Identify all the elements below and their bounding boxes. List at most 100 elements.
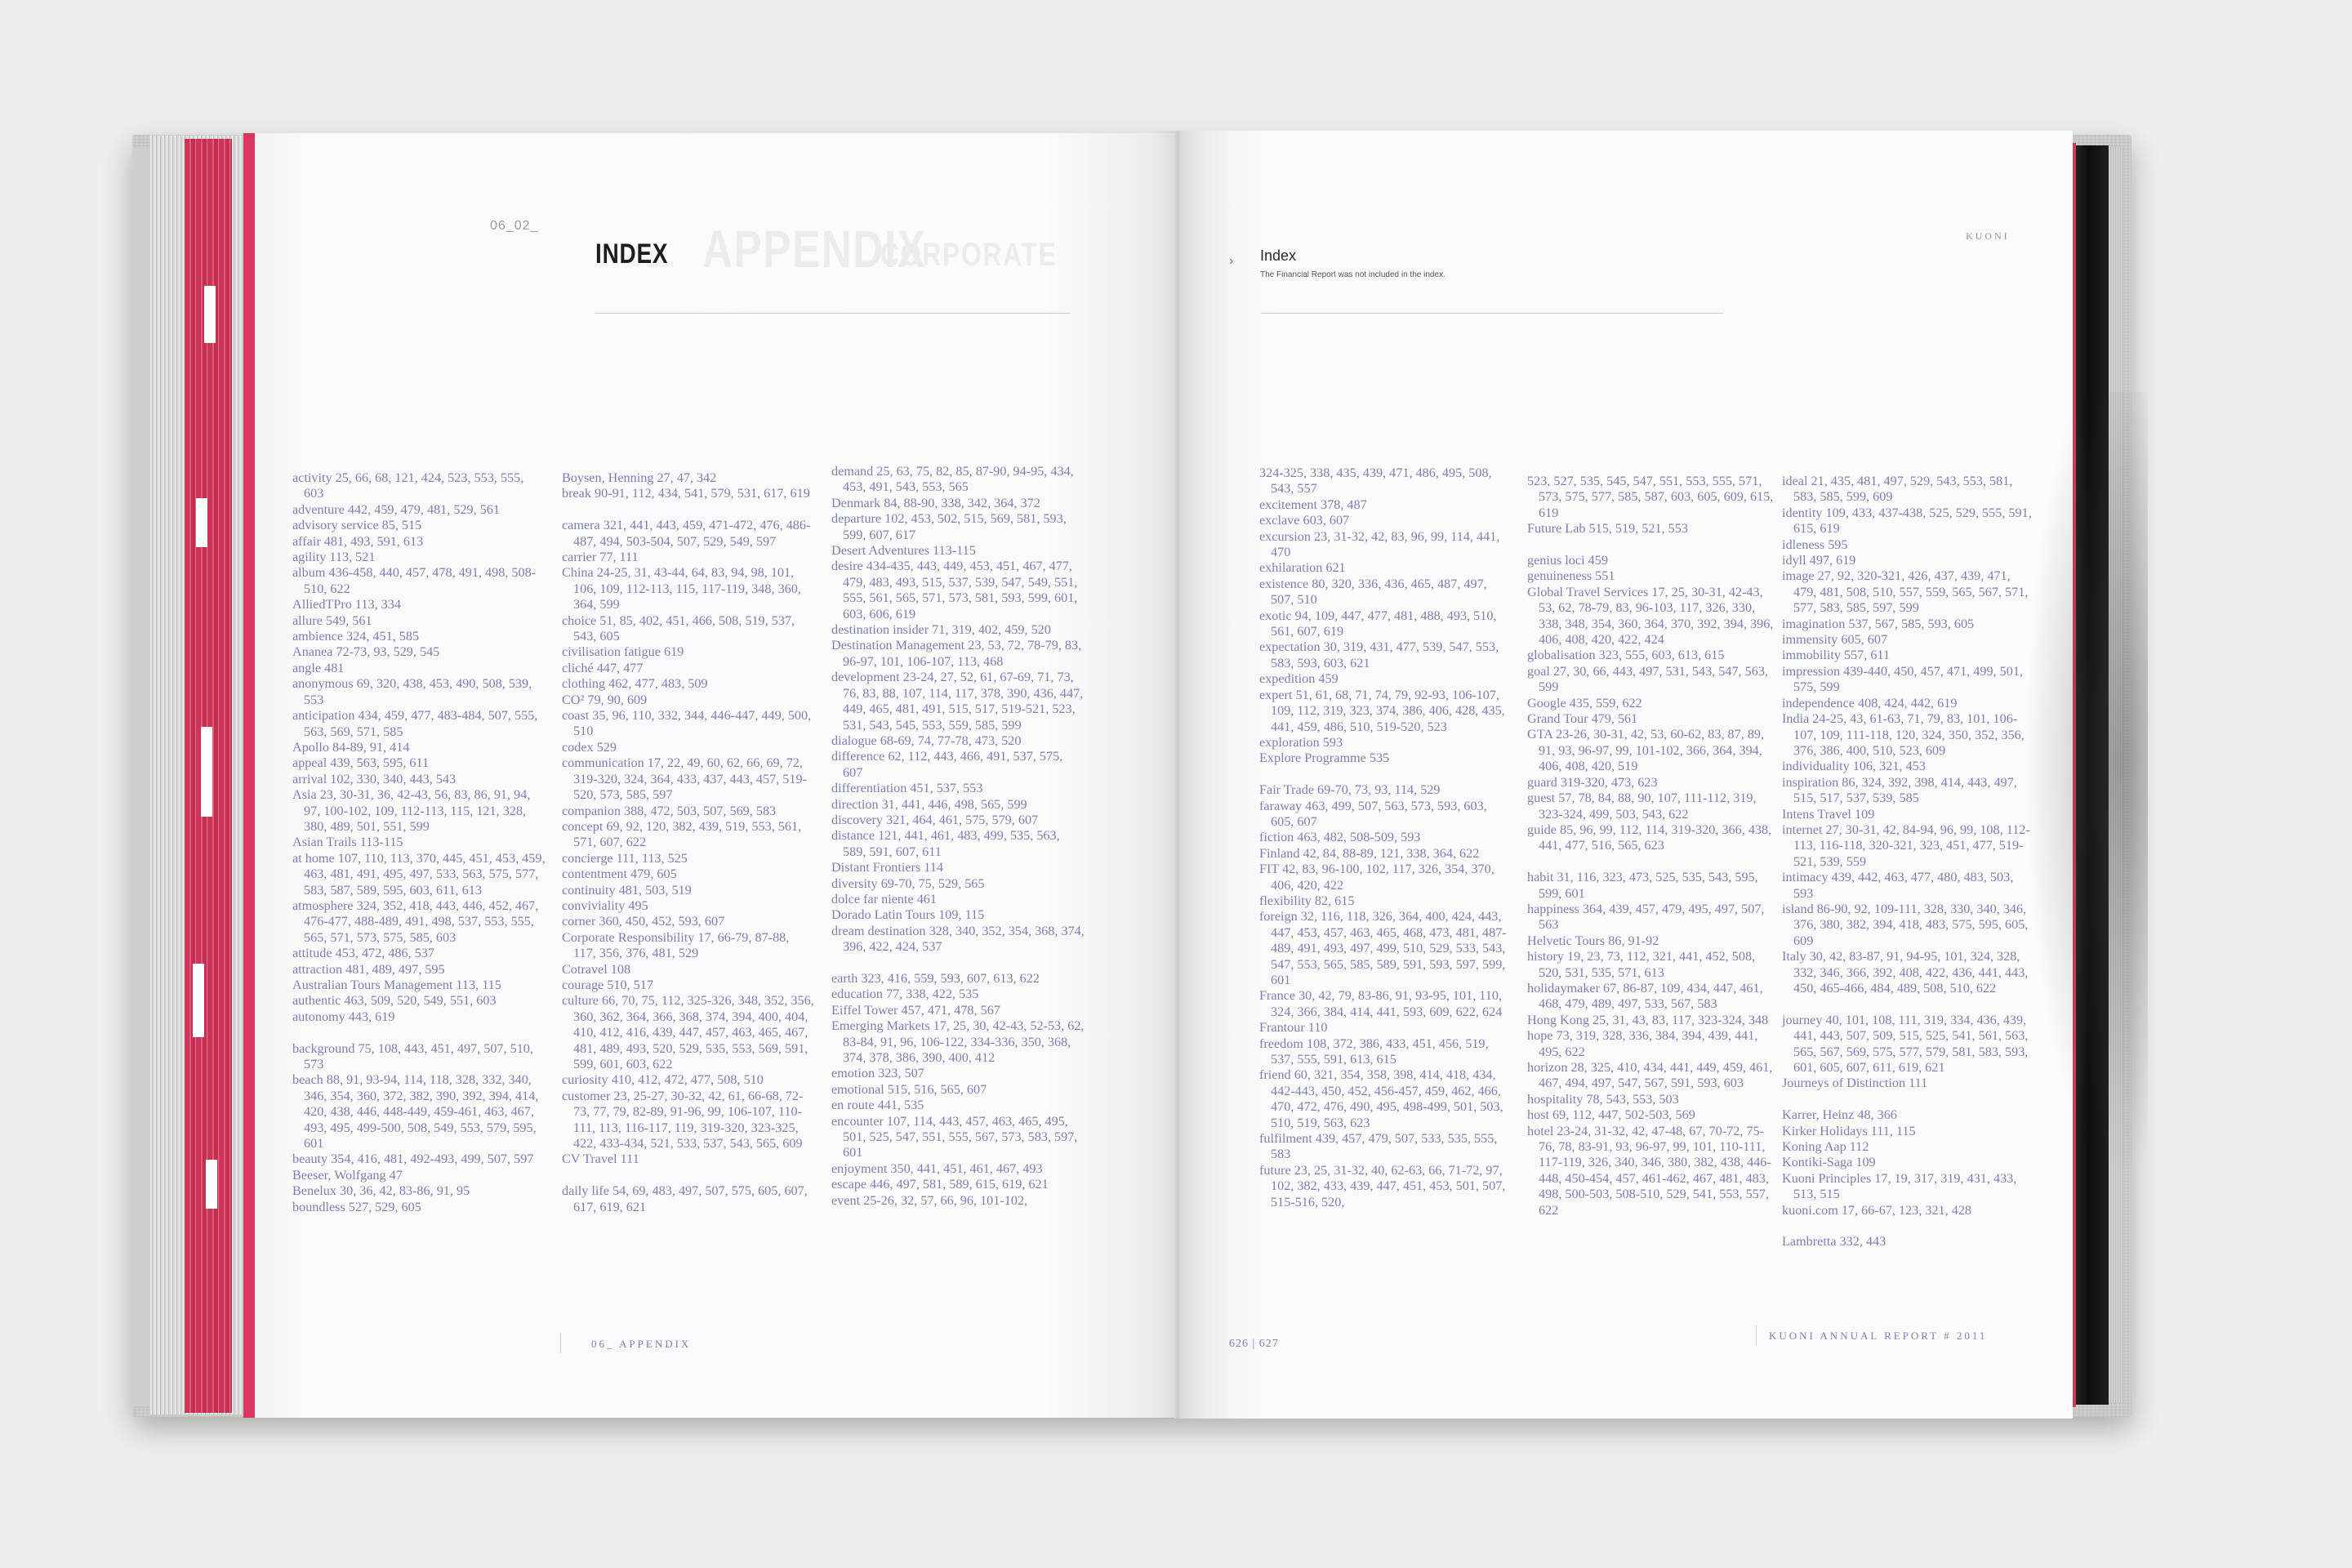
index-entry: CV Travel 111: [562, 1152, 639, 1167]
page-tab: [204, 286, 216, 343]
index-entry: kuoni.com 17, 66-67, 123, 321, 428: [1782, 1202, 1972, 1218]
index-entry: excitement 378, 487: [1259, 497, 1367, 512]
index-entry: Koning Aap 112: [1782, 1139, 1869, 1155]
index-entry: Explore Programme 535: [1259, 751, 1390, 766]
index-entry: attitude 453, 472, 486, 537: [292, 946, 434, 961]
index-entry: Benelux 30, 36, 42, 83-86, 91, 95: [292, 1183, 470, 1199]
index-entry: concierge 111, 113, 525: [562, 850, 688, 866]
page-tab: [196, 498, 207, 547]
index-entry: habit 31, 116, 323, 473, 525, 535, 543, …: [1527, 870, 1758, 901]
index-entry: 324-325, 338, 435, 439, 471, 486, 495, 5…: [1259, 466, 1492, 497]
index-entry: exclave 603, 607: [1259, 513, 1350, 528]
index-entry: expedition 459: [1259, 671, 1339, 687]
index-entry: future 23, 25, 31-32, 40, 62-63, 66, 71-…: [1259, 1162, 1506, 1209]
index-entry: at home 107, 110, 113, 370, 445, 451, 45…: [292, 850, 546, 898]
index-entry: daily life 54, 69, 483, 497, 507, 575, 6…: [562, 1183, 808, 1214]
index-entry: dream destination 328, 340, 352, 354, 36…: [831, 923, 1085, 955]
index-entry: idleness 595: [1782, 537, 1848, 552]
index-entry: excursion 23, 31-32, 42, 83, 96, 99, 114…: [1259, 528, 1500, 560]
index-entry: exploration 593: [1259, 734, 1343, 750]
footer-divider: [560, 1333, 561, 1354]
index-entry: Kuoni Principles 17, 19, 317, 319, 431, …: [1782, 1170, 2017, 1202]
index-entry: encounter 107, 114, 443, 457, 463, 465, …: [831, 1113, 1078, 1160]
index-entry: adventure 442, 459, 479, 481, 529, 561: [292, 501, 501, 517]
index-entry: conviviality 495: [562, 898, 648, 913]
chevron-right-icon: ›: [1229, 254, 1234, 268]
index-entry: inspiration 86, 324, 392, 398, 414, 443,…: [1782, 774, 2017, 806]
page-tab: [193, 964, 204, 1037]
index-entry: freedom 108, 372, 386, 433, 451, 456, 51…: [1259, 1036, 1489, 1067]
index-entry: Eiffel Tower 457, 471, 478, 567: [831, 1002, 1000, 1018]
index-entry: civilisation fatigue 619: [562, 644, 684, 660]
index-entry: globalisation 323, 555, 603, 613, 615: [1527, 648, 1725, 663]
index-entry: journey 40, 101, 108, 111, 319, 334, 436…: [1782, 1012, 2029, 1076]
index-entry: Emerging Markets 17, 25, 30, 42-43, 52-5…: [831, 1018, 1085, 1066]
index-entry: Asia 23, 30-31, 36, 42-43, 56, 83, 86, 9…: [292, 787, 531, 834]
index-entry: guide 85, 96, 99, 112, 114, 319-320, 366…: [1527, 822, 1772, 853]
index-gap: [831, 956, 1085, 971]
index-gap: [1782, 996, 2035, 1012]
index-entry: Asian Trails 113-115: [292, 835, 403, 850]
index-entry: Lambretta 332, 443: [1782, 1234, 1886, 1250]
index-entry: AlliedTPro 113, 334: [292, 597, 401, 612]
index-column-4: 324-325, 338, 435, 439, 471, 486, 495, 5…: [1259, 466, 1512, 1210]
index-entry: flexibility 82, 615: [1259, 893, 1355, 908]
index-note: The Financial Report was not included in…: [1260, 270, 1446, 279]
index-entry: Karrer, Heinz 48, 366: [1782, 1107, 1897, 1123]
index-entry: agility 113, 521: [292, 550, 376, 565]
index-entry: destination insider 71, 319, 402, 459, 5…: [831, 622, 1051, 638]
index-entry: guard 319-320, 473, 623: [1527, 774, 1658, 790]
index-entry: communication 17, 22, 49, 60, 62, 66, 69…: [562, 755, 807, 803]
index-entry: exhilaration 621: [1259, 560, 1346, 576]
index-entry: earth 323, 416, 559, 593, 607, 613, 622: [831, 970, 1040, 986]
index-entry: customer 23, 25-27, 30-32, 42, 61, 66-68…: [562, 1088, 804, 1152]
index-entry: authentic 463, 509, 520, 549, 551, 603: [292, 993, 497, 1009]
index-entry: clothing 462, 477, 483, 509: [562, 676, 708, 692]
index-entry: advisory service 85, 515: [292, 518, 422, 533]
index-entry: impression 439-440, 450, 457, 471, 499, …: [1782, 663, 2023, 695]
index-entry: Denmark 84, 88-90, 338, 342, 364, 372: [831, 495, 1040, 510]
index-entry: Apollo 84-89, 91, 414: [292, 739, 410, 755]
index-entry: anticipation 434, 459, 477, 483-484, 507…: [292, 708, 538, 739]
index-entry: event 25-26, 32, 57, 66, 96, 101-102,: [831, 1192, 1028, 1208]
index-gap: [562, 502, 815, 518]
index-entry: CO² 79, 90, 609: [562, 692, 648, 707]
index-entry: departure 102, 453, 502, 515, 569, 581, …: [831, 511, 1067, 542]
index-entry: codex 529: [562, 739, 617, 755]
index-entry: distance 121, 441, 461, 483, 499, 535, 5…: [831, 828, 1060, 859]
index-entry: Helvetic Tours 86, 91-92: [1527, 933, 1659, 948]
index-entry: internet 27, 30-31, 42, 84-94, 96, 99, 1…: [1782, 822, 2030, 869]
index-entry: corner 360, 450, 452, 593, 607: [562, 914, 725, 929]
index-entry: Kirker Holidays 111, 115: [1782, 1123, 1916, 1138]
index-entry: beach 88, 91, 93-94, 114, 118, 328, 332,…: [292, 1072, 539, 1152]
index-entry: identity 109, 433, 437-438, 525, 529, 55…: [1782, 505, 2032, 537]
index-entry: guest 57, 78, 84, 88, 90, 107, 111-112, …: [1527, 791, 1757, 822]
index-entry: escape 446, 497, 581, 589, 615, 619, 621: [831, 1177, 1049, 1192]
index-entry: history 19, 23, 73, 112, 321, 441, 452, …: [1527, 949, 1756, 980]
index-entry: angle 481: [292, 660, 345, 675]
index-gap: [1782, 1218, 2035, 1234]
index-entry: background 75, 108, 443, 451, 497, 507, …: [292, 1040, 533, 1072]
index-entry: Frantour 110: [1259, 1020, 1328, 1036]
index-entry: Kontiki-Saga 109: [1782, 1155, 1876, 1170]
index-column-3: demand 25, 63, 75, 82, 85, 87-90, 94-95,…: [831, 464, 1085, 1209]
index-entry: Ananea 72-73, 93, 529, 545: [292, 644, 440, 660]
index-entry: FIT 42, 83, 96-100, 102, 117, 326, 354, …: [1259, 862, 1494, 893]
index-entry: imagination 537, 567, 585, 593, 605: [1782, 616, 1975, 631]
index-entry: Global Travel Services 17, 25, 30-31, 42…: [1527, 584, 1774, 648]
right-page-title: Index: [1260, 247, 1297, 264]
index-entry: camera 321, 441, 443, 459, 471-472, 476,…: [562, 518, 811, 549]
index-entry: Finland 42, 84, 88-89, 121, 338, 364, 62…: [1259, 845, 1480, 861]
index-entry: Dorado Latin Tours 109, 115: [831, 907, 985, 923]
index-column-5: 523, 527, 535, 545, 547, 551, 553, 555, …: [1527, 474, 1780, 1218]
index-gap: [1527, 537, 1780, 553]
index-entry: arrival 102, 330, 340, 443, 543: [292, 771, 457, 786]
index-entry: cliché 447, 477: [562, 660, 644, 675]
index-entry: Intens Travel 109: [1782, 806, 1875, 822]
index-column-1: activity 25, 66, 68, 121, 424, 523, 553,…: [292, 470, 546, 1215]
index-gap: [292, 1025, 546, 1040]
header-rule: [595, 313, 1070, 314]
index-entry: horizon 28, 325, 410, 434, 441, 449, 459…: [1527, 1060, 1773, 1091]
index-entry: intimacy 439, 442, 463, 477, 480, 483, 5…: [1782, 870, 2014, 901]
index-entry: Fair Trade 69-70, 73, 93, 114, 529: [1259, 782, 1441, 798]
